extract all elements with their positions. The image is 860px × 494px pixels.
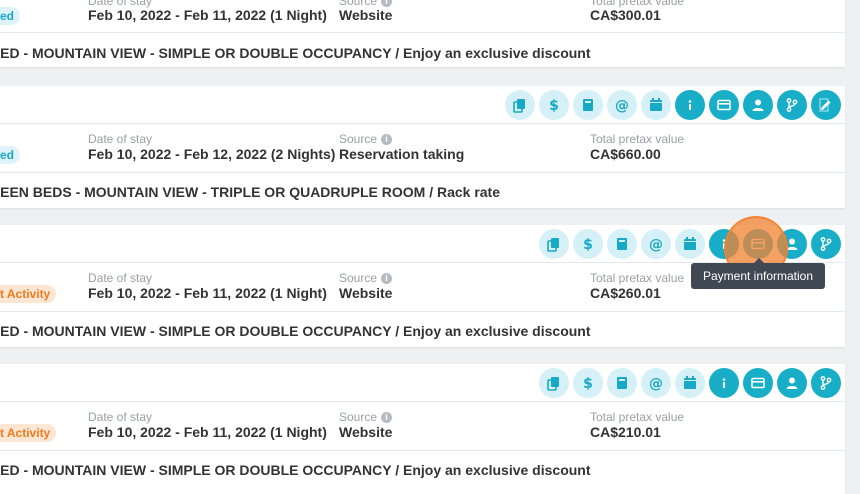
copy-icon[interactable] bbox=[539, 229, 569, 259]
date-value: Feb 10, 2022 - Feb 11, 2022 (1 Night) bbox=[88, 7, 327, 23]
copy-icon[interactable] bbox=[539, 368, 569, 398]
total-value: CA$260.01 bbox=[590, 285, 661, 301]
room-description: BED - MOUNTAIN VIEW - SIMPLE OR DOUBLE O… bbox=[0, 323, 591, 339]
total-label: Total pretax value bbox=[590, 132, 685, 146]
date-value: Feb 10, 2022 - Feb 11, 2022 (1 Night) bbox=[88, 285, 327, 301]
user-icon[interactable] bbox=[777, 368, 807, 398]
date-label: Date of stay bbox=[88, 271, 153, 285]
source-value: Website bbox=[339, 7, 393, 23]
status-badge: ed bbox=[0, 146, 21, 164]
svg-text:@: @ bbox=[615, 98, 629, 113]
info-icon: i bbox=[381, 412, 393, 424]
total-value: CA$210.01 bbox=[590, 424, 661, 440]
user-icon[interactable] bbox=[743, 90, 773, 120]
edit-icon[interactable] bbox=[811, 90, 841, 120]
svg-text:$: $ bbox=[549, 98, 559, 113]
source-value: Website bbox=[339, 424, 393, 440]
source-value: Website bbox=[339, 285, 393, 301]
at-icon[interactable]: @ bbox=[607, 90, 637, 120]
status-badge: t Activity bbox=[0, 424, 57, 442]
credit-card-icon[interactable] bbox=[743, 368, 773, 398]
info-icon[interactable] bbox=[675, 90, 705, 120]
divider bbox=[0, 450, 845, 451]
payment-information-tooltip: Payment information bbox=[691, 258, 825, 289]
date-label: Date of stay bbox=[88, 410, 153, 424]
svg-text:$: $ bbox=[583, 237, 593, 252]
date-value: Feb 10, 2022 - Feb 11, 2022 (1 Night) bbox=[88, 424, 327, 440]
book-icon[interactable] bbox=[607, 229, 637, 259]
booking-card-2: $ @ ed Date of stay Feb 10, 2022 - Feb 1… bbox=[0, 86, 845, 208]
dollar-icon[interactable]: $ bbox=[539, 90, 569, 120]
total-value: CA$300.01 bbox=[590, 7, 661, 23]
divider bbox=[0, 32, 845, 33]
source-label: Source i bbox=[339, 271, 393, 285]
date-value: Feb 10, 2022 - Feb 12, 2022 (2 Nights) bbox=[88, 146, 336, 162]
svg-text:@: @ bbox=[649, 237, 663, 252]
calendar-icon[interactable] bbox=[641, 90, 671, 120]
branch-icon[interactable] bbox=[811, 229, 841, 259]
action-bar: $ @ bbox=[539, 229, 841, 259]
total-label: Total pretax value bbox=[590, 410, 685, 424]
action-bar: $ @ bbox=[539, 368, 841, 398]
info-icon: i bbox=[381, 134, 393, 146]
source-label: Source i bbox=[339, 132, 393, 146]
status-badge: ed bbox=[0, 7, 21, 25]
svg-text:@: @ bbox=[649, 376, 663, 391]
divider bbox=[0, 172, 845, 173]
copy-icon[interactable] bbox=[505, 90, 535, 120]
divider bbox=[0, 123, 845, 124]
at-icon[interactable]: @ bbox=[641, 368, 671, 398]
calendar-icon[interactable] bbox=[675, 368, 705, 398]
info-icon: i bbox=[381, 273, 393, 285]
info-icon[interactable] bbox=[709, 368, 739, 398]
room-description: BED - MOUNTAIN VIEW - SIMPLE OR DOUBLE O… bbox=[0, 462, 591, 478]
action-bar: $ @ bbox=[505, 90, 841, 120]
divider bbox=[0, 401, 845, 402]
branch-icon[interactable] bbox=[777, 90, 807, 120]
book-icon[interactable] bbox=[607, 368, 637, 398]
room-description: BED - MOUNTAIN VIEW - SIMPLE OR DOUBLE O… bbox=[0, 45, 591, 61]
svg-text:$: $ bbox=[583, 376, 593, 391]
branch-icon[interactable] bbox=[811, 368, 841, 398]
source-value: Reservation taking bbox=[339, 146, 465, 162]
status-badge: t Activity bbox=[0, 285, 57, 303]
dollar-icon[interactable]: $ bbox=[573, 229, 603, 259]
book-icon[interactable] bbox=[573, 90, 603, 120]
booking-card-4: $ @ t Activity Date of stay Feb 10, 2022… bbox=[0, 364, 845, 494]
total-label: Total pretax value bbox=[590, 271, 685, 285]
credit-card-icon[interactable] bbox=[709, 90, 739, 120]
dollar-icon[interactable]: $ bbox=[573, 368, 603, 398]
at-icon[interactable]: @ bbox=[641, 229, 671, 259]
room-description: UEEN BEDS - MOUNTAIN VIEW - TRIPLE OR QU… bbox=[0, 184, 501, 200]
total-value: CA$660.00 bbox=[590, 146, 661, 162]
source-label: Source i bbox=[339, 410, 393, 424]
date-label: Date of stay bbox=[88, 132, 153, 146]
divider bbox=[0, 311, 845, 312]
calendar-icon[interactable] bbox=[675, 229, 705, 259]
booking-card-1: ed Date of stay Feb 10, 2022 - Feb 11, 2… bbox=[0, 0, 845, 67]
